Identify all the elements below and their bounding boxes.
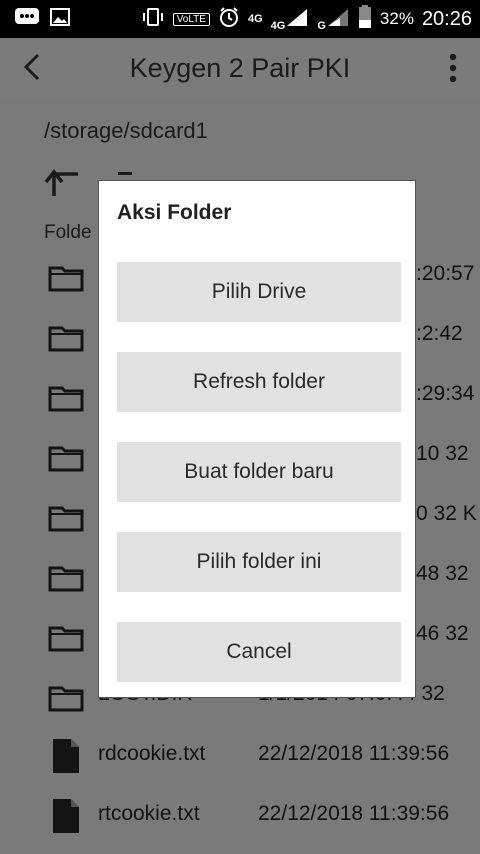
item-meta: 10 32: [416, 442, 469, 465]
item-meta: :29:34: [416, 382, 475, 405]
battery-percent: 32%: [379, 9, 414, 28]
item-meta: 46 32: [416, 622, 469, 645]
item-name: rtcookie.txt: [98, 802, 200, 825]
app-bar: Keygen 2 Pair PKI: [0, 38, 480, 98]
item-meta: 0 32 K: [416, 502, 477, 525]
item-meta: :2:42: [416, 322, 463, 345]
item-meta: :20:57: [416, 262, 475, 285]
status-bar: VoLTE 4G 4G G 32% 20:26: [0, 0, 480, 38]
new-folder-button[interactable]: Buat folder baru: [117, 442, 401, 502]
clock: 20:26: [421, 7, 472, 30]
signal-strength-icon: [285, 7, 309, 32]
alarm-icon: [218, 6, 240, 33]
folder-icon: [48, 624, 84, 657]
volte-badge: VoLTE: [172, 12, 210, 26]
file-row[interactable]: rtcookie.txt 22/12/2018 11:39:56: [0, 788, 480, 848]
current-path: /storage/sdcard1: [44, 118, 208, 143]
item-meta: 22/12/2018 11:39:56: [258, 742, 450, 765]
parent-folder-icon[interactable]: [44, 166, 84, 205]
file-icon: [52, 738, 80, 779]
network-type-1: 4G: [247, 13, 263, 25]
item-meta: 22/12/2018 11:39:56: [258, 802, 450, 825]
item-name: rdcookie.txt: [98, 742, 206, 765]
folder-icon: [48, 384, 84, 417]
folder-icon: [48, 504, 84, 537]
page-title: Keygen 2 Pair PKI: [129, 53, 351, 83]
select-drive-button[interactable]: Pilih Drive: [117, 262, 401, 322]
folder-icon: [48, 444, 84, 477]
folder-icon: [48, 684, 84, 717]
signal-strength-2-icon: [326, 7, 350, 32]
folder-icon: [48, 324, 84, 357]
file-icon: [52, 798, 80, 839]
file-row[interactable]: rdcookie.txt 22/12/2018 11:39:56: [0, 728, 480, 788]
image-icon: [50, 7, 70, 32]
cancel-button[interactable]: Cancel: [117, 622, 401, 682]
select-this-folder-button[interactable]: Pilih folder ini: [117, 532, 401, 592]
dialog-title: Aksi Folder: [117, 201, 232, 224]
folder-action-dialog: Aksi Folder Pilih Drive Refresh folder B…: [98, 180, 416, 698]
folder-icon: [48, 564, 84, 597]
sort-icon[interactable]: [118, 172, 132, 175]
refresh-folder-button[interactable]: Refresh folder: [117, 352, 401, 412]
item-meta: 48 32: [416, 562, 469, 585]
vibrate-icon: [141, 7, 165, 32]
overflow-menu-icon[interactable]: [448, 52, 458, 84]
network-type-2: G: [317, 19, 326, 32]
folder-icon: [48, 264, 84, 297]
network-badge: 4G: [270, 19, 286, 32]
battery-icon: [358, 4, 372, 34]
folders-section-label: Folde: [44, 222, 92, 243]
messages-icon: [14, 7, 40, 32]
